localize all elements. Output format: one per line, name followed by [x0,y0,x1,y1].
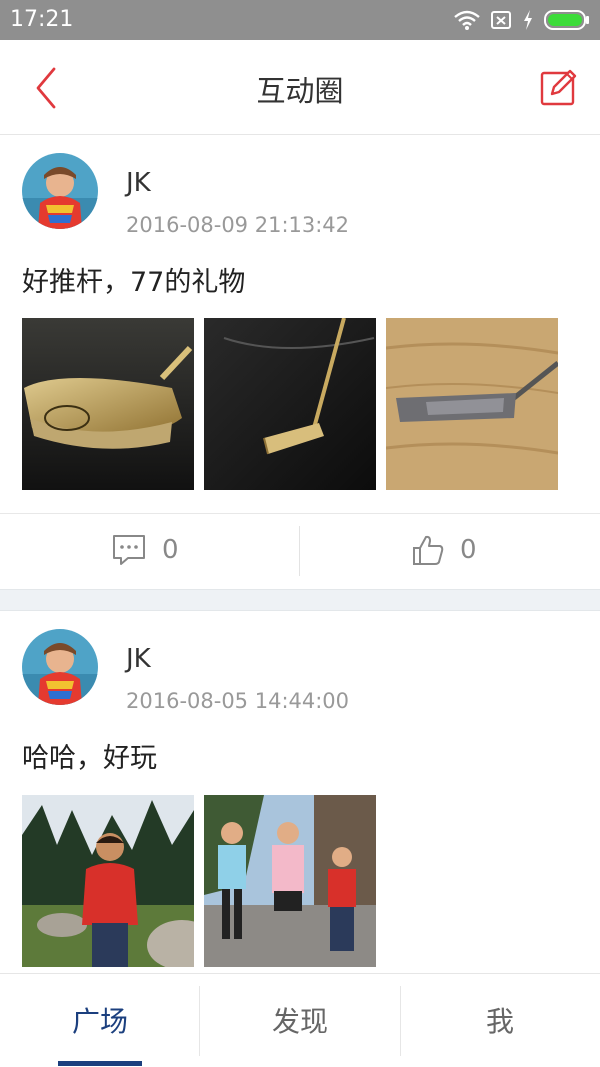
putter-closeup-photo [22,318,194,490]
comment-button[interactable]: 0 [112,534,179,566]
page-title: 互动圈 [256,74,344,108]
avatar[interactable] [22,153,98,229]
sim-off-icon [491,11,511,29]
status-bar: 17:21 [0,0,600,40]
edit-icon [540,69,577,106]
post-photo[interactable] [204,318,376,490]
post-text: 好推杆，77的礼物 [22,267,246,298]
charging-icon [524,10,532,30]
like-button[interactable]: 0 [412,534,477,566]
action-divider [299,526,300,576]
avatar[interactable] [22,629,98,705]
tab-label: 发现 [271,1005,328,1038]
post-time: 2016-08-05 14:44:00 [126,689,350,713]
like-count: 0 [460,535,477,565]
tab-plaza[interactable]: 广场 [0,974,200,1067]
post-photo[interactable] [204,795,376,967]
post-time: 2016-08-09 21:13:42 [126,213,350,237]
post-actions: 0 0 [0,513,600,589]
tab-discover[interactable]: 发现 [200,974,400,1067]
status-icons [454,8,590,32]
post-author[interactable]: JK [126,644,151,674]
bottom-tab-bar: 广场 发现 我 [0,973,600,1067]
avatar-image [22,629,98,705]
wifi-icon [454,10,480,30]
avatar-image [22,153,98,229]
post-card[interactable]: JK 2016-08-09 21:13:42 好推杆，77的礼物 0 0 [0,136,600,589]
post-photo[interactable] [22,318,194,490]
boy-forest-photo [22,795,194,967]
battery-icon [544,10,589,30]
post-author[interactable]: JK [126,168,151,198]
post-separator [0,589,600,611]
comment-count: 0 [162,535,179,565]
tab-me[interactable]: 我 [400,974,600,1067]
active-tab-indicator [58,1061,142,1066]
putter-floor-photo [204,318,376,490]
putter-wood-photo [386,318,558,490]
kids-jumping-photo [204,795,376,967]
comment-icon [113,535,145,565]
tab-label: 我 [485,1005,514,1038]
top-nav-bar: 互动圈 [0,40,600,135]
thumbs-up-icon [413,535,444,565]
post-photo[interactable] [22,795,194,967]
post-card[interactable]: JK 2016-08-05 14:44:00 哈哈，好玩 [0,612,600,973]
post-photo[interactable] [386,318,558,490]
tab-label: 广场 [71,1005,128,1038]
status-time: 17:21 [10,7,74,32]
compose-button[interactable] [540,68,578,106]
post-text: 哈哈，好玩 [22,743,157,774]
